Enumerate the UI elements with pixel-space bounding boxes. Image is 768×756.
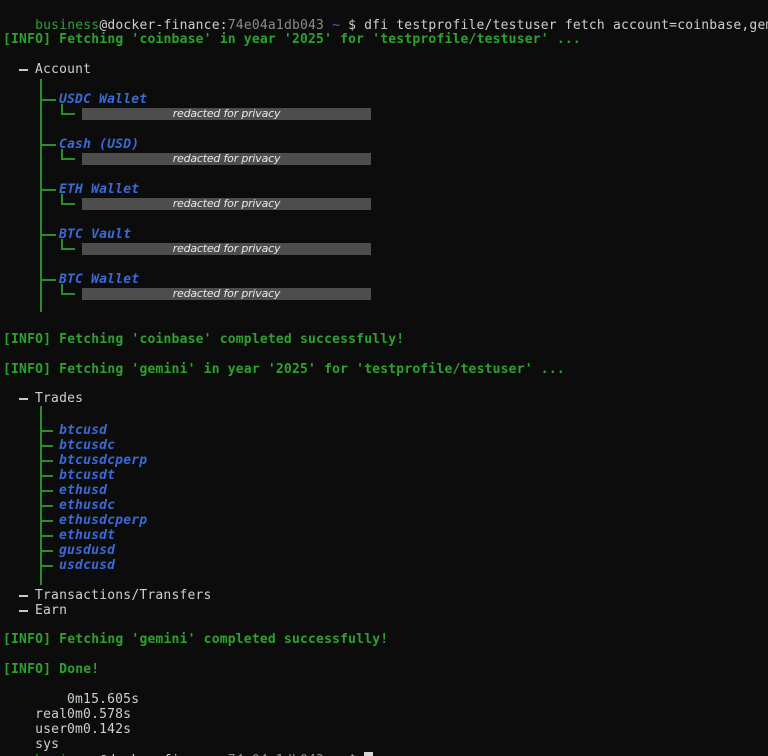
- trade-pair: usdcusd: [59, 558, 115, 573]
- prompt-line-top: business@docker-finance:74e04a1db043~$df…: [3, 3, 768, 18]
- account-section-label: Account: [35, 62, 91, 77]
- earn-section-label: Earn: [35, 603, 67, 618]
- tree-branch-line: [40, 550, 53, 552]
- redacted-bar: redacted for privacy: [82, 153, 371, 165]
- tree-branch-line: [40, 430, 53, 432]
- timing-row-real: real 0m15.605s: [3, 692, 67, 707]
- trade-pair: btcusdt: [59, 468, 115, 483]
- prompt-user: business: [35, 18, 99, 33]
- timing-row-sys: sys 0m0.142s: [3, 722, 59, 737]
- trade-pair: ethusdcperp: [59, 513, 147, 528]
- wallet-name: BTC Wallet: [59, 272, 139, 287]
- tree-connector-horizontal: [61, 293, 75, 295]
- redacted-bar-label: redacted for privacy: [173, 243, 281, 255]
- wallet-name: BTC Vault: [59, 227, 131, 242]
- transactions-section-label: Transactions/Transfers: [35, 588, 212, 603]
- wallet-name: Cash (USD): [59, 137, 139, 152]
- trade-pair: ethusdc: [59, 498, 115, 513]
- trade-pair: btcusdcperp: [59, 453, 147, 468]
- trade-pair: gusdusd: [59, 543, 115, 558]
- trade-pair: btcusd: [59, 423, 107, 438]
- earn-section-dash: [19, 610, 28, 612]
- trades-tree-trunk: [40, 406, 42, 585]
- tree-branch-line: [40, 99, 56, 101]
- command-text: dfi testprofile/testuser fetch account=c…: [364, 18, 768, 33]
- redacted-bar: redacted for privacy: [82, 108, 371, 120]
- prompt-symbol: $: [348, 18, 356, 33]
- timing-value: 0m0.142s: [67, 722, 131, 737]
- prompt-host: @docker-finance:: [99, 18, 227, 33]
- tree-branch-line: [40, 445, 53, 447]
- tree-branch-line: [40, 279, 56, 281]
- wallet-name: ETH Wallet: [59, 182, 139, 197]
- redacted-bar-label: redacted for privacy: [173, 108, 281, 120]
- info-fetch-gemini: [INFO] Fetching 'gemini' in year '2025' …: [3, 362, 565, 377]
- transactions-section-dash: [19, 595, 28, 597]
- tree-connector-horizontal: [61, 203, 75, 205]
- tree-connector-horizontal: [61, 158, 75, 160]
- redacted-bar: redacted for privacy: [82, 288, 371, 300]
- prompt-line-bottom: business@docker-finance:74e04a1db043~$: [3, 737, 373, 752]
- tree-branch-line: [40, 189, 56, 191]
- tree-branch-line: [40, 234, 56, 236]
- timing-row-user: user 0m0.578s: [3, 707, 67, 722]
- trade-pair: ethusdt: [59, 528, 115, 543]
- wallet-name: USDC Wallet: [59, 92, 147, 107]
- info-done: [INFO] Done!: [3, 662, 99, 677]
- prompt-cwd: ~: [332, 18, 340, 33]
- redacted-bar-label: redacted for privacy: [173, 288, 281, 300]
- tree-connector-horizontal: [61, 248, 75, 250]
- redacted-bar-label: redacted for privacy: [173, 153, 281, 165]
- prompt-container-id: 74e04a1db043: [228, 18, 324, 33]
- trades-section-dash: [19, 398, 28, 400]
- timing-value: 0m15.605s: [67, 692, 139, 707]
- tree-branch-line: [40, 535, 53, 537]
- terminal-screen[interactable]: business@docker-finance:74e04a1db043~$df…: [0, 0, 768, 756]
- tree-branch-line: [40, 460, 53, 462]
- info-fetch-coinbase: [INFO] Fetching 'coinbase' in year '2025…: [3, 32, 581, 47]
- trades-section-label: Trades: [35, 391, 83, 406]
- tree-branch-line: [40, 490, 53, 492]
- redacted-bar-label: redacted for privacy: [173, 198, 281, 210]
- account-tree-trunk: [40, 79, 42, 312]
- tree-branch-line: [40, 475, 53, 477]
- redacted-bar: redacted for privacy: [82, 243, 371, 255]
- account-section-dash: [19, 69, 28, 71]
- tree-branch-line: [40, 520, 53, 522]
- tree-connector-horizontal: [61, 113, 75, 115]
- info-gemini-done: [INFO] Fetching 'gemini' completed succe…: [3, 632, 388, 647]
- trade-pair: btcusdc: [59, 438, 115, 453]
- tree-branch-line: [40, 565, 53, 567]
- terminal-cursor[interactable]: [364, 752, 373, 756]
- redacted-bar: redacted for privacy: [82, 198, 371, 210]
- tree-branch-line: [40, 505, 53, 507]
- trade-pair: ethusd: [59, 483, 107, 498]
- timing-value: 0m0.578s: [67, 707, 131, 722]
- tree-branch-line: [40, 144, 56, 146]
- info-coinbase-done: [INFO] Fetching 'coinbase' completed suc…: [3, 332, 404, 347]
